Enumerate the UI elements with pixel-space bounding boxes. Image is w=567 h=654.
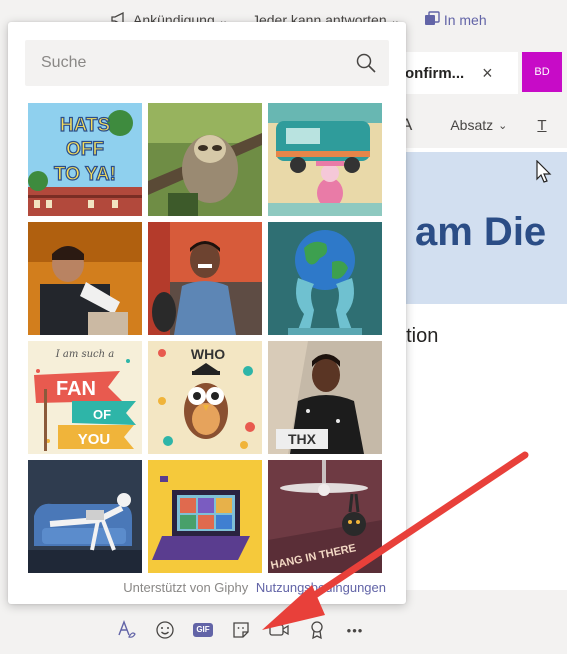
svg-text:FAN: FAN: [56, 378, 96, 400]
powered-by-giphy: Unterstützt von Giphy: [123, 580, 249, 595]
paragraph-style-dropdown[interactable]: Absatz ⌄: [450, 117, 507, 133]
terms-link[interactable]: Nutzungsbedingungen: [256, 580, 386, 595]
gif-fan-of-you[interactable]: I am such a FAN OF YOU: [28, 341, 142, 454]
emoji-icon: [156, 621, 174, 639]
svg-text:TO YA!: TO YA!: [54, 164, 116, 185]
multi-channel-label: In meh: [443, 12, 487, 28]
multi-channel-icon: [424, 10, 440, 30]
svg-text:I am such a: I am such a: [55, 349, 115, 360]
format-icon: [118, 620, 136, 638]
gif-search-input[interactable]: [25, 40, 345, 86]
format-button[interactable]: [108, 614, 146, 646]
post-multiple-channels-option[interactable]: In meh: [424, 10, 487, 30]
praise-button[interactable]: [298, 614, 336, 646]
gif-hang-in-there[interactable]: HANG IN THERE: [268, 460, 382, 573]
gif-man-dropping[interactable]: [28, 222, 142, 335]
mouse-pointer-icon: [536, 160, 552, 183]
svg-text:THX: THX: [288, 431, 317, 447]
gif-man-laughing[interactable]: [148, 222, 262, 335]
format-toolbar: A Absatz ⌄ T: [395, 110, 567, 140]
gif-icon: GIF: [193, 623, 213, 637]
subject-tab-title: onfirm...: [405, 64, 465, 82]
gif-video-call-laptop[interactable]: [148, 460, 262, 573]
gif-search-box: [25, 40, 389, 86]
gif-thx[interactable]: THX: [268, 341, 382, 454]
gif-sloth[interactable]: [148, 103, 262, 216]
text-format-button[interactable]: T: [537, 117, 546, 134]
gif-button[interactable]: GIF: [184, 614, 222, 646]
svg-text:OFF: OFF: [66, 139, 104, 160]
ellipsis-icon: •••: [346, 622, 364, 638]
meet-now-button[interactable]: [260, 614, 298, 646]
emoji-button[interactable]: [146, 614, 184, 646]
gif-owl-who[interactable]: WHO: [148, 341, 262, 454]
sticker-button[interactable]: [222, 614, 260, 646]
giphy-footer: Unterstützt von Giphy Nutzungsbedingunge…: [8, 580, 406, 595]
heading-text: am Die: [415, 210, 547, 254]
gif-couch-laptop[interactable]: [28, 460, 142, 573]
gif-hats-off[interactable]: HATS OFF TO YA!: [28, 103, 142, 216]
video-camera-icon: [269, 624, 289, 636]
avatar[interactable]: BD: [522, 52, 562, 92]
gif-globe-atlas[interactable]: [268, 222, 382, 335]
gif-cartoon-car[interactable]: [268, 103, 382, 216]
tab-row: onfirm... × BD: [380, 50, 567, 96]
svg-text:OF: OF: [93, 407, 111, 422]
paragraph-style-label: Absatz: [450, 117, 494, 133]
chevron-down-icon: ⌄: [498, 119, 508, 132]
svg-text:WHO: WHO: [191, 346, 225, 362]
search-icon[interactable]: [355, 52, 377, 74]
sticker-icon: [233, 622, 249, 638]
close-icon[interactable]: ×: [482, 63, 493, 84]
praise-medal-icon: [311, 621, 323, 640]
compose-toolbar: GIF •••: [108, 614, 374, 646]
svg-text:HATS: HATS: [60, 115, 110, 136]
more-options-button[interactable]: •••: [336, 614, 374, 646]
svg-text:YOU: YOU: [78, 431, 111, 448]
gif-picker-popup: HATS OFF TO YA!: [8, 22, 406, 604]
